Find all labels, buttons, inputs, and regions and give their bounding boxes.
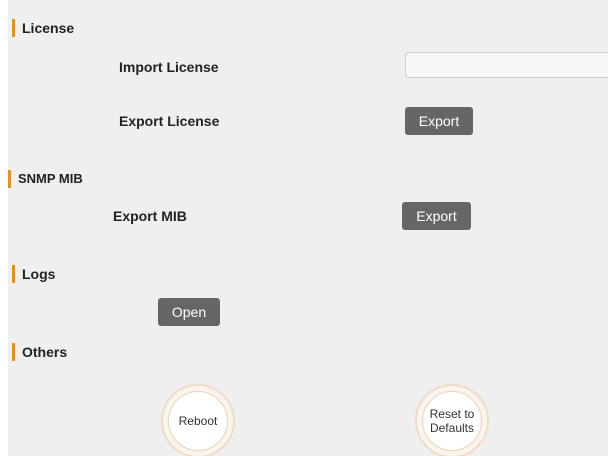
open-logs-button[interactable]: Open [158, 298, 220, 326]
section-accent-bar [12, 265, 15, 283]
section-accent-bar [12, 343, 15, 361]
export-mib-label: Export MIB [113, 208, 187, 224]
section-header-logs: Logs [12, 264, 55, 284]
reset-to-defaults-button[interactable]: Reset to Defaults [415, 384, 489, 456]
section-header-others: Others [12, 342, 67, 362]
import-license-label: Import License [119, 59, 219, 75]
import-license-file-input[interactable] [405, 52, 608, 78]
export-license-button[interactable]: Export [405, 107, 473, 135]
section-title-logs: Logs [22, 266, 56, 282]
export-mib-button[interactable]: Export [402, 202, 471, 230]
section-title-others: Others [22, 344, 68, 360]
maintenance-panel: License Import License Export License Ex… [8, 0, 608, 456]
export-license-label: Export License [119, 113, 220, 129]
section-accent-bar [8, 170, 11, 188]
section-title-license: License [22, 20, 75, 36]
reset-to-defaults-button-label: Reset to Defaults [422, 391, 482, 451]
reboot-button-label: Reboot [168, 391, 228, 451]
reboot-button[interactable]: Reboot [161, 384, 235, 456]
section-header-license: License [12, 18, 74, 38]
section-title-snmp-mib: SNMP MIB [18, 171, 83, 186]
section-accent-bar [12, 19, 15, 37]
section-header-snmp-mib: SNMP MIB [8, 169, 83, 189]
